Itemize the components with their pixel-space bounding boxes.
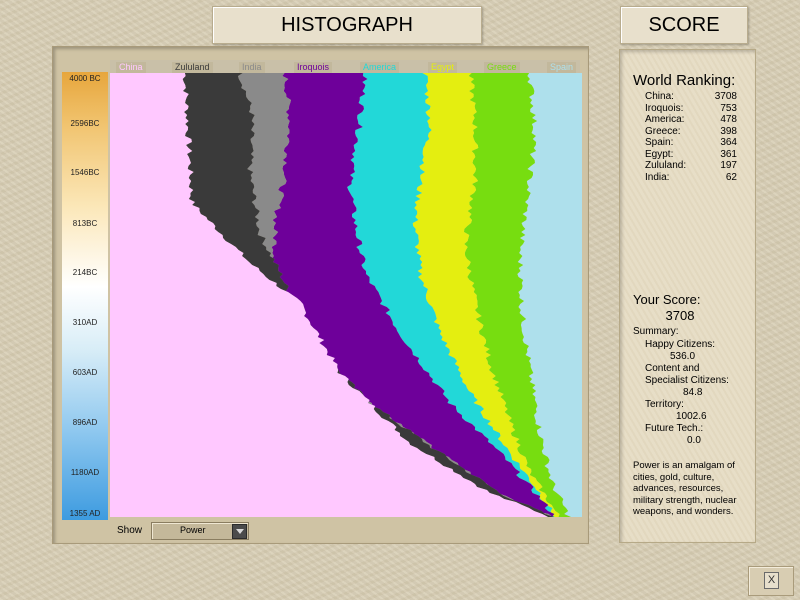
show-label: Show xyxy=(117,525,143,536)
territory-label: Territory: xyxy=(645,399,684,410)
legend-greece: Greece xyxy=(484,62,520,73)
era-label: 310AD xyxy=(72,318,98,327)
era-label: 2596BC xyxy=(70,119,100,128)
civ-legend: China Zululand India Iroquois America Eg… xyxy=(110,60,580,74)
score-panel: World Ranking: China: 3708 Iroquois: 753 A… xyxy=(619,49,756,543)
happy-citizens-value: 536.0 xyxy=(670,351,696,362)
era-label: 1355 AD xyxy=(69,509,101,518)
content-citizens-label: Content and xyxy=(645,363,700,374)
future-tech-label: Future Tech.: xyxy=(645,423,704,434)
legend-china: China xyxy=(116,62,146,73)
close-button[interactable]: X xyxy=(748,566,794,596)
era-label: 1180AD xyxy=(70,468,100,477)
legend-egypt: Egypt xyxy=(428,62,458,73)
happy-citizens-label: Happy Citizens: xyxy=(645,339,716,350)
era-label: 4000 BC xyxy=(69,74,101,83)
era-label: 214BC xyxy=(72,268,98,277)
content-citizens-value: 84.8 xyxy=(683,387,703,398)
score-title: SCORE xyxy=(620,6,748,44)
era-label: 896AD xyxy=(72,418,98,427)
your-score-title: Your Score: xyxy=(633,292,701,307)
legend-india: India xyxy=(239,62,265,73)
legend-america: America xyxy=(360,62,400,73)
specialist-citizens-label: Specialist Citizens: xyxy=(645,375,729,386)
dropdown-arrow-icon[interactable] xyxy=(232,524,247,539)
summary-label: Summary: xyxy=(633,326,679,337)
legend-zululand: Zululand xyxy=(172,62,213,73)
era-label: 603AD xyxy=(72,368,98,377)
timeline-scale: 4000 BC 2596BC 1546BC 813BC 214BC 310AD … xyxy=(62,72,108,520)
close-icon: X xyxy=(764,572,779,589)
your-score-value: 3708 xyxy=(665,308,695,323)
power-description: Power is an amalgam of cities, gold, cul… xyxy=(633,460,737,517)
legend-iroquois: Iroquois xyxy=(294,62,333,73)
histograph-plot xyxy=(110,73,582,517)
territory-value: 1002.6 xyxy=(676,411,707,422)
show-dropdown[interactable]: Power xyxy=(151,522,249,540)
era-label: 813BC xyxy=(72,219,98,228)
legend-spain: Spain xyxy=(547,62,577,73)
future-tech-value: 0.0 xyxy=(687,435,701,446)
show-dropdown-value: Power xyxy=(180,525,206,535)
era-label: 1546BC xyxy=(70,168,100,177)
world-ranking-title: World Ranking: xyxy=(633,72,736,89)
histograph-title: HISTOGRAPH xyxy=(212,6,482,44)
